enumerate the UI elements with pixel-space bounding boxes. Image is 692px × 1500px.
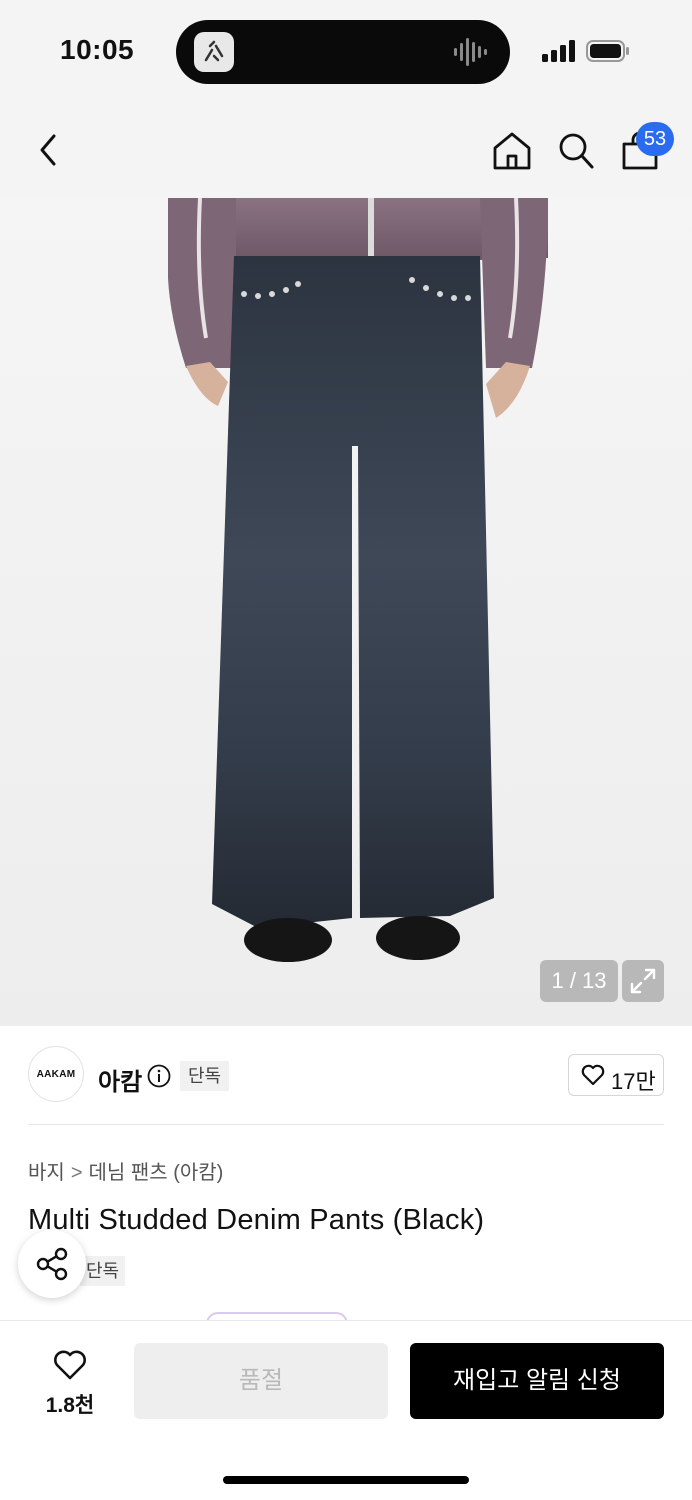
cart-count-badge: 53 bbox=[636, 122, 674, 156]
now-playing-app-icon bbox=[194, 32, 234, 72]
battery-icon bbox=[586, 40, 629, 62]
home-indicator[interactable] bbox=[223, 1476, 469, 1484]
share-button[interactable] bbox=[18, 1230, 86, 1298]
expand-icon bbox=[630, 968, 656, 994]
breadcrumb-subcategory[interactable]: 데님 팬츠 (아캄) bbox=[89, 1156, 224, 1185]
heart-outline-icon bbox=[54, 1350, 86, 1380]
brand-name[interactable]: 아캄 bbox=[98, 1062, 142, 1097]
cellular-signal-icon bbox=[542, 40, 575, 62]
expand-image-button[interactable] bbox=[622, 960, 664, 1002]
bottom-action-bar: 1.8천 품절 재입고 알림 신청 bbox=[0, 1320, 692, 1500]
brand-like-count: 17만 bbox=[611, 1069, 656, 1094]
product-photo bbox=[168, 198, 548, 962]
image-counter: 1 / 13 bbox=[540, 960, 618, 1002]
top-nav-bar bbox=[0, 100, 692, 198]
exclusive-badge: 단독 bbox=[180, 1061, 230, 1091]
search-icon[interactable] bbox=[556, 130, 596, 172]
wishlist-button[interactable]: 1.8천 bbox=[30, 1341, 110, 1421]
brand-logo[interactable]: AAKAM bbox=[28, 1046, 84, 1102]
wishlist-count: 1.8천 bbox=[45, 1394, 95, 1417]
breadcrumb-category[interactable]: 바지 bbox=[28, 1156, 65, 1185]
brand-row: AAKAM 아캄 단독 17만 bbox=[0, 1026, 692, 1126]
home-icon[interactable] bbox=[490, 130, 534, 172]
breadcrumb-separator: > bbox=[70, 1162, 83, 1184]
product-image-gallery[interactable] bbox=[0, 198, 692, 1026]
share-icon bbox=[36, 1247, 68, 1281]
product-exclusive-badge: 단독 bbox=[80, 1256, 126, 1286]
restock-alert-button[interactable]: 재입고 알림 신청 bbox=[410, 1343, 664, 1419]
breadcrumb: 바지 > 데님 팬츠 (아캄) bbox=[28, 1156, 223, 1185]
status-bar: 10:05 bbox=[0, 0, 692, 100]
product-title: Multi Studded Denim Pants (Black) bbox=[28, 1204, 485, 1236]
heart-outline-icon bbox=[581, 1064, 605, 1086]
brand-like-button[interactable]: 17만 bbox=[568, 1054, 664, 1096]
audio-wave-icon bbox=[452, 36, 492, 68]
section-divider bbox=[28, 1124, 664, 1125]
dynamic-island bbox=[176, 20, 510, 84]
back-arrow-icon[interactable] bbox=[30, 128, 70, 172]
status-time: 10:05 bbox=[60, 34, 135, 65]
sold-out-button: 품절 bbox=[134, 1343, 388, 1419]
info-icon[interactable] bbox=[147, 1064, 171, 1088]
